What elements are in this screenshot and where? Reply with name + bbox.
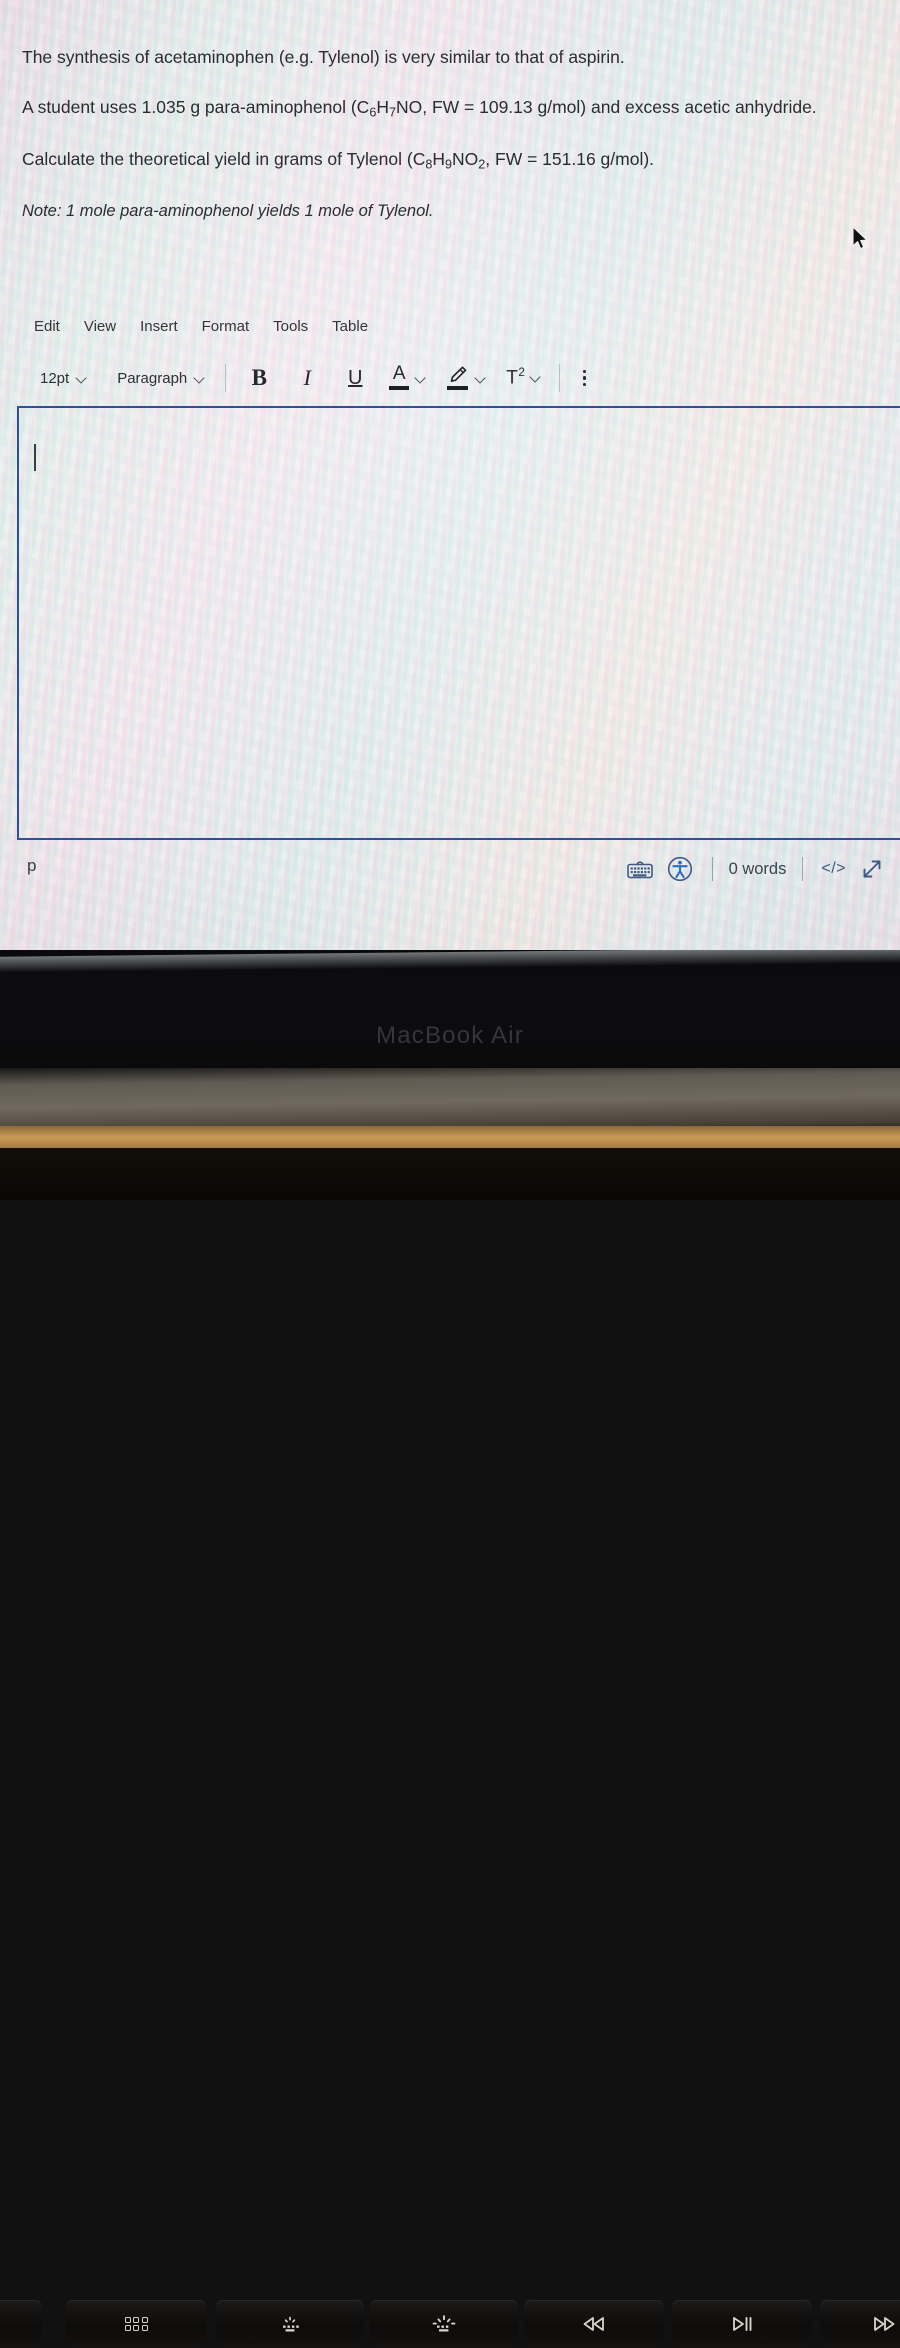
mouse-pointer bbox=[851, 226, 871, 257]
chevron-down-icon[interactable] bbox=[475, 373, 486, 384]
text-color-letter: A bbox=[392, 363, 406, 384]
rewind-icon bbox=[583, 2317, 604, 2331]
menu-item-insert[interactable]: Insert bbox=[139, 316, 179, 337]
resize-handle-icon[interactable] bbox=[852, 852, 892, 886]
bold-button[interactable]: B bbox=[242, 362, 276, 394]
q3-subscript-9: 9 bbox=[445, 157, 453, 172]
text-color-swatch bbox=[389, 386, 410, 390]
breadcrumb[interactable]: p bbox=[27, 856, 36, 876]
rich-text-editor-area[interactable] bbox=[17, 406, 900, 840]
menu-item-tools[interactable]: Tools bbox=[272, 316, 309, 337]
text-color-control[interactable]: A bbox=[388, 363, 426, 391]
toolbar-divider bbox=[559, 364, 561, 392]
highlight-color-swatch bbox=[447, 386, 469, 390]
laptop-screen: The synthesis of acetaminophen (e.g. Tyl… bbox=[0, 0, 900, 962]
play-pause-key[interactable] bbox=[672, 2300, 812, 2348]
status-divider bbox=[711, 857, 713, 881]
q2-subscript-7: 7 bbox=[388, 105, 396, 120]
editor-menubar: Edit View Insert Format Tools Table bbox=[33, 316, 369, 337]
q3-part-c: NO bbox=[452, 149, 479, 170]
menu-item-table[interactable]: Table bbox=[331, 316, 369, 337]
chevron-down-icon[interactable] bbox=[530, 372, 541, 383]
keyboard-dim-key[interactable] bbox=[216, 2300, 364, 2348]
status-divider bbox=[802, 857, 804, 881]
menu-item-view[interactable]: View bbox=[83, 316, 117, 337]
function-key-partial-left[interactable] bbox=[0, 2300, 42, 2348]
menu-item-format[interactable]: Format bbox=[201, 316, 251, 337]
chevron-down-icon bbox=[76, 373, 87, 384]
highlight-color-control[interactable] bbox=[446, 365, 486, 391]
question-prose: The synthesis of acetaminophen (e.g. Tyl… bbox=[22, 44, 880, 223]
q3-part-b: H bbox=[432, 149, 446, 170]
launchpad-icon bbox=[124, 2316, 148, 2332]
q3-part-a: Calculate the theoretical yield in grams… bbox=[22, 149, 426, 170]
kebab-dot bbox=[582, 376, 587, 380]
text-caret bbox=[34, 444, 36, 471]
launchpad-key[interactable] bbox=[66, 2300, 206, 2348]
fast-forward-icon bbox=[874, 2317, 895, 2331]
q3-part-d: , FW = 151.16 g/mol). bbox=[485, 149, 655, 170]
font-size-dropdown[interactable]: 12pt bbox=[36, 368, 91, 389]
editor-status-bar: 0 words </> bbox=[620, 852, 892, 886]
superscript-icon: T2 bbox=[506, 366, 525, 389]
keyboard-brightness-down-icon bbox=[283, 2316, 299, 2332]
block-format-value: Paragraph bbox=[117, 369, 188, 387]
superscript-exponent: 2 bbox=[518, 366, 526, 380]
superscript-subscript-control[interactable]: T2 bbox=[506, 366, 541, 389]
q2-part-b: H bbox=[376, 97, 389, 118]
keyboard-bright-key[interactable] bbox=[370, 2300, 518, 2348]
font-size-value: 12pt bbox=[40, 369, 70, 387]
accessibility-checker-icon[interactable] bbox=[660, 852, 700, 886]
question-note: Note: 1 mole para-aminophenol yields 1 m… bbox=[22, 201, 434, 220]
play-pause-icon bbox=[733, 2317, 752, 2331]
launchpad-cell bbox=[124, 2325, 131, 2332]
keyboard-shortcuts-icon[interactable] bbox=[620, 852, 660, 886]
editor-toolbar: 12pt Paragraph B I U A T2 bbox=[36, 362, 900, 394]
more-options-button[interactable] bbox=[572, 365, 596, 391]
question-paragraph-1: The synthesis of acetaminophen (e.g. Tyl… bbox=[22, 47, 625, 67]
launchpad-cell bbox=[124, 2316, 131, 2323]
q2-part-a: A student uses 1.035 g para-aminophenol … bbox=[22, 97, 370, 118]
menu-item-edit[interactable]: Edit bbox=[33, 316, 61, 337]
q2-part-c: NO, FW = 109.13 g/mol) and excess acetic… bbox=[395, 97, 817, 118]
fast-forward-key[interactable] bbox=[820, 2300, 900, 2348]
page-content: The synthesis of acetaminophen (e.g. Tyl… bbox=[0, 0, 900, 962]
toolbar-divider bbox=[225, 364, 227, 392]
launchpad-cell bbox=[141, 2316, 148, 2323]
launchpad-cell bbox=[141, 2325, 148, 2332]
italic-button[interactable]: I bbox=[290, 362, 324, 394]
laptop-keyboard bbox=[0, 1148, 900, 2348]
question-paragraph-3: Calculate the theoretical yield in grams… bbox=[22, 146, 880, 174]
rewind-key[interactable] bbox=[524, 2300, 664, 2348]
kebab-dot bbox=[582, 383, 587, 387]
highlighter-pen-icon bbox=[446, 365, 470, 391]
kebab-dot bbox=[582, 369, 587, 373]
word-count: 0 words bbox=[728, 859, 787, 878]
text-color-icon: A bbox=[388, 363, 410, 391]
launchpad-cell bbox=[133, 2325, 139, 2332]
chevron-down-icon bbox=[194, 373, 205, 384]
keyboard-brightness-up-icon bbox=[432, 2315, 456, 2332]
underline-button[interactable]: U bbox=[338, 362, 372, 394]
superscript-base: T bbox=[506, 367, 519, 389]
laptop-bezel: MacBook Air bbox=[0, 950, 900, 1075]
block-format-dropdown[interactable]: Paragraph bbox=[113, 368, 209, 389]
html-editor-button[interactable]: </> bbox=[815, 860, 852, 878]
macbook-air-label: MacBook Air bbox=[376, 1022, 524, 1049]
question-paragraph-2: A student uses 1.035 g para-aminophenol … bbox=[22, 94, 880, 122]
launchpad-cell bbox=[133, 2316, 139, 2323]
chevron-down-icon[interactable] bbox=[415, 373, 426, 384]
